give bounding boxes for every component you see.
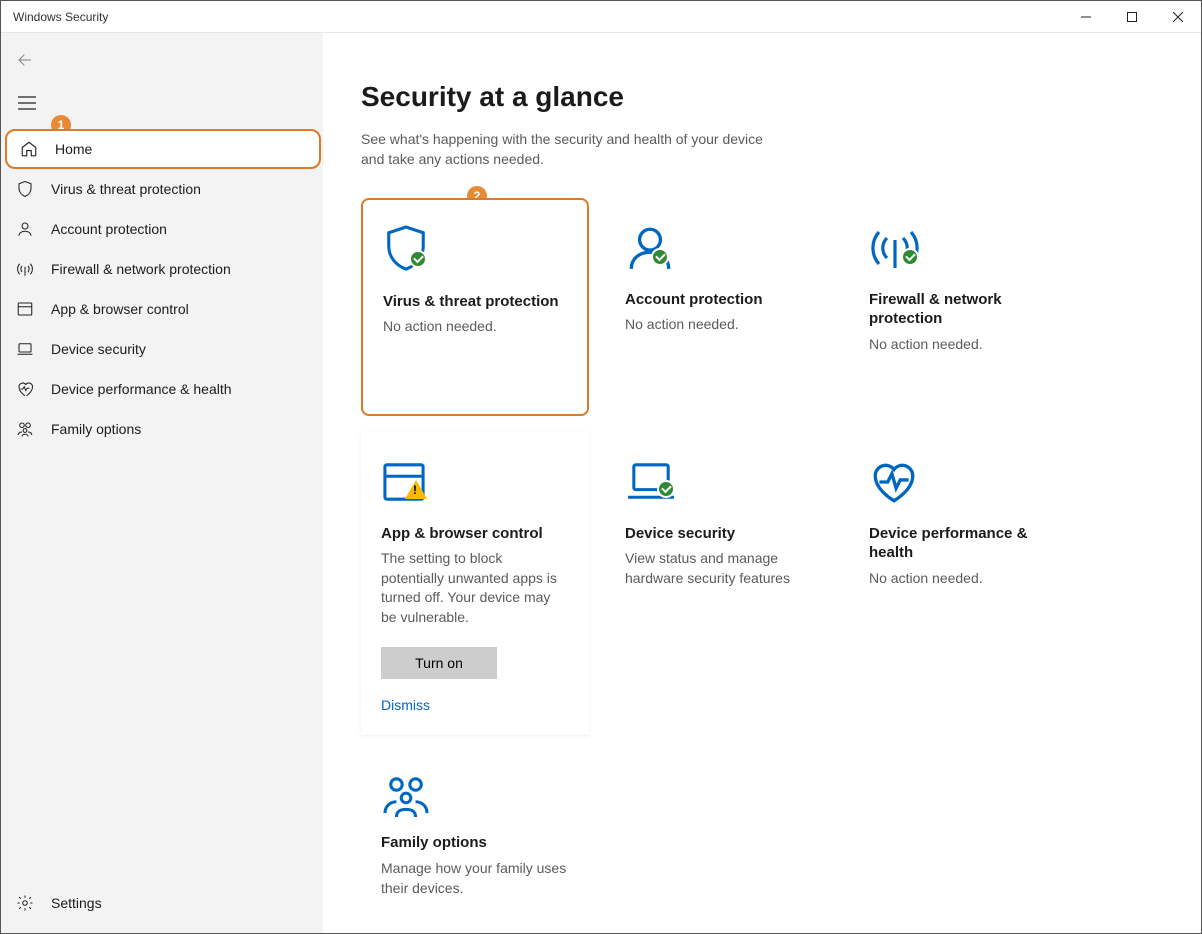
heart-icon: [869, 459, 919, 505]
sidebar-item-home[interactable]: Home: [5, 129, 321, 169]
laptop-icon: [15, 340, 35, 358]
window-title: Windows Security: [13, 10, 108, 24]
status-ok-icon: [901, 248, 919, 266]
tile-virus-threat[interactable]: Virus & threat protection No action need…: [361, 198, 589, 416]
sidebar-item-label: Account protection: [51, 221, 167, 237]
sidebar: 1 Home Virus & threat protection Account…: [1, 33, 323, 933]
page-title: Security at a glance: [361, 81, 1201, 113]
heart-icon: [15, 380, 35, 398]
sidebar-item-settings[interactable]: Settings: [1, 883, 323, 923]
tile-desc: No action needed.: [625, 315, 813, 335]
maximize-button[interactable]: [1109, 1, 1155, 33]
tile-title: Account protection: [625, 290, 813, 310]
sidebar-item-label: Device performance & health: [51, 381, 232, 397]
tile-desc: No action needed.: [869, 335, 1057, 355]
tile-title: Device security: [625, 524, 813, 544]
turn-on-button[interactable]: Turn on: [381, 647, 497, 679]
tile-device-performance[interactable]: Device performance & health No action ne…: [849, 432, 1077, 736]
status-warning-icon: [405, 480, 427, 499]
sidebar-item-appbrowser[interactable]: App & browser control: [1, 289, 323, 329]
sidebar-item-virus[interactable]: Virus & threat protection: [1, 169, 323, 209]
sidebar-item-label: App & browser control: [51, 301, 189, 317]
tile-title: Virus & threat protection: [383, 292, 567, 312]
tile-desc: Manage how your family uses their device…: [381, 859, 569, 898]
tile-desc: View status and manage hardware security…: [625, 549, 813, 588]
content-area: Security at a glance See what's happenin…: [323, 33, 1201, 933]
status-ok-icon: [657, 480, 675, 498]
family-icon: [381, 775, 431, 817]
family-icon: [15, 420, 35, 438]
titlebar: Windows Security: [1, 1, 1201, 33]
close-button[interactable]: [1155, 1, 1201, 33]
tile-title: Firewall & network protection: [869, 290, 1057, 329]
sidebar-item-firewall[interactable]: Firewall & network protection: [1, 249, 323, 289]
dismiss-link[interactable]: Dismiss: [381, 697, 569, 713]
sidebar-item-performance[interactable]: Device performance & health: [1, 369, 323, 409]
tile-title: Device performance & health: [869, 524, 1057, 563]
back-button[interactable]: [5, 43, 45, 77]
sidebar-item-label: Home: [55, 141, 92, 157]
minimize-button[interactable]: [1063, 1, 1109, 33]
tile-title: App & browser control: [381, 524, 569, 544]
tile-firewall[interactable]: Firewall & network protection No action …: [849, 198, 1077, 416]
sidebar-item-account[interactable]: Account protection: [1, 209, 323, 249]
tile-app-browser[interactable]: App & browser control The setting to blo…: [361, 432, 589, 736]
shield-icon: [383, 225, 429, 275]
sidebar-item-label: Family options: [51, 421, 141, 437]
status-ok-icon: [409, 250, 427, 268]
gear-icon: [15, 894, 35, 912]
tile-device-security[interactable]: Device security View status and manage h…: [605, 432, 833, 736]
sidebar-item-devicesecurity[interactable]: Device security: [1, 329, 323, 369]
home-icon: [19, 140, 39, 158]
status-ok-icon: [651, 248, 669, 266]
page-subtitle: See what's happening with the security a…: [361, 129, 781, 170]
shield-icon: [15, 180, 35, 198]
browser-icon: [15, 300, 35, 318]
person-icon: [15, 220, 35, 238]
tile-desc: No action needed.: [383, 317, 567, 337]
sidebar-item-label: Device security: [51, 341, 146, 357]
sidebar-item-family[interactable]: Family options: [1, 409, 323, 449]
tile-account-protection[interactable]: Account protection No action needed.: [605, 198, 833, 416]
tile-title: Family options: [381, 833, 569, 853]
tile-desc: No action needed.: [869, 569, 1057, 589]
person-icon: [625, 223, 675, 273]
sidebar-item-label: Virus & threat protection: [51, 181, 201, 197]
sidebar-item-label: Firewall & network protection: [51, 261, 231, 277]
tile-family[interactable]: Family options Manage how your family us…: [361, 751, 589, 920]
sidebar-item-label: Settings: [51, 895, 102, 911]
antenna-icon: [15, 260, 35, 278]
hamburger-button[interactable]: [7, 83, 47, 123]
tiles-grid: 2 Virus & threat protection No action ne…: [361, 198, 1121, 921]
tile-desc: The setting to block potentially unwante…: [381, 549, 569, 627]
